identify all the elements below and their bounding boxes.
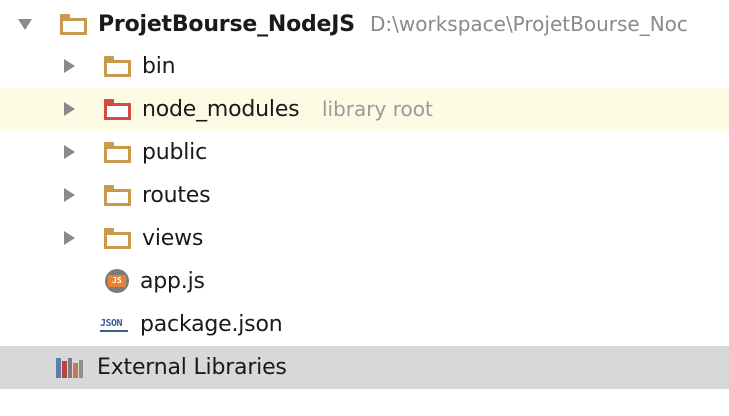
tree-item-label: bin xyxy=(142,54,176,79)
expand-arrow-icon[interactable] xyxy=(64,59,75,73)
javascript-file-icon: JS xyxy=(105,269,129,293)
folder-icon xyxy=(104,185,131,206)
tree-item-node-modules[interactable]: node_modules library root xyxy=(0,88,729,131)
folder-icon xyxy=(104,142,131,163)
expand-arrow-icon[interactable] xyxy=(64,188,75,202)
expand-arrow-icon[interactable] xyxy=(64,231,75,245)
tree-item-routes[interactable]: routes xyxy=(0,174,729,217)
folder-icon xyxy=(104,56,131,77)
tree-item-label: node_modules xyxy=(142,97,300,122)
tree-item-label: package.json xyxy=(140,312,283,337)
tree-item-label: app.js xyxy=(140,269,205,294)
project-tree: ProjetBourse_NodeJS D:\workspace\ProjetB… xyxy=(0,0,729,416)
tree-item-label: public xyxy=(142,140,207,165)
folder-icon xyxy=(104,99,131,120)
library-icon xyxy=(56,358,86,378)
tree-item-package-json[interactable]: JSON package.json xyxy=(0,303,729,346)
tree-item-label: External Libraries xyxy=(97,355,287,380)
project-root-row[interactable]: ProjetBourse_NodeJS D:\workspace\ProjetB… xyxy=(0,3,729,46)
folder-icon xyxy=(104,228,131,249)
tree-item-label: routes xyxy=(142,183,211,208)
tree-item-public[interactable]: public xyxy=(0,131,729,174)
json-file-icon: JSON xyxy=(100,316,130,332)
project-path: D:\workspace\ProjetBourse_Noc xyxy=(370,12,688,36)
library-root-hint: library root xyxy=(322,97,433,121)
expand-arrow-icon[interactable] xyxy=(64,102,75,116)
tree-item-views[interactable]: views xyxy=(0,217,729,260)
collapse-arrow-icon[interactable] xyxy=(18,19,32,30)
folder-icon xyxy=(60,14,87,35)
expand-arrow-icon[interactable] xyxy=(64,145,75,159)
tree-item-external-libraries[interactable]: External Libraries xyxy=(0,346,729,389)
tree-item-bin[interactable]: bin xyxy=(0,45,729,88)
project-name: ProjetBourse_NodeJS xyxy=(98,12,355,37)
tree-item-label: views xyxy=(142,226,204,251)
tree-item-app-js[interactable]: JS app.js xyxy=(0,260,729,303)
